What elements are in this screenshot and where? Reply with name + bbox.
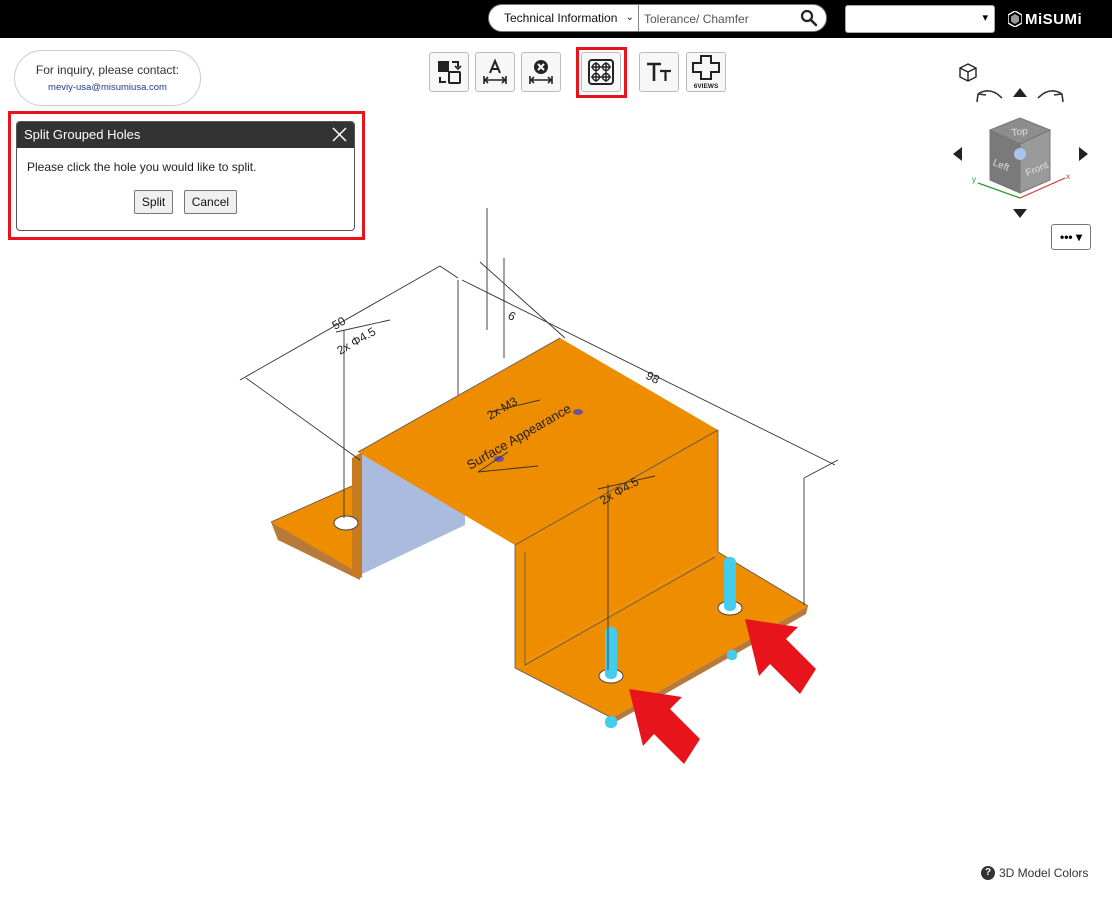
pointer-arrow-a	[629, 689, 700, 764]
help-icon: ?	[981, 865, 995, 880]
model-viewport[interactable]: 50 98 6 2x Φ4.5 2x Φ4.5 2x M3 Surface Ap…	[0, 0, 1112, 900]
pin-a	[605, 627, 617, 679]
dim-6-label: 6	[506, 308, 519, 324]
pointer-arrow-b	[745, 619, 816, 694]
hole-left-flange[interactable]	[333, 515, 359, 531]
pin-a-bottom	[605, 716, 617, 728]
left-wall-face	[352, 452, 362, 578]
model-colors-label: 3D Model Colors	[999, 865, 1089, 880]
pin-b	[724, 557, 736, 611]
model-colors-link[interactable]: ? 3D Model Colors	[981, 864, 1088, 881]
pin-b-bottom	[727, 650, 737, 660]
hole-m3-b[interactable]	[573, 409, 583, 415]
